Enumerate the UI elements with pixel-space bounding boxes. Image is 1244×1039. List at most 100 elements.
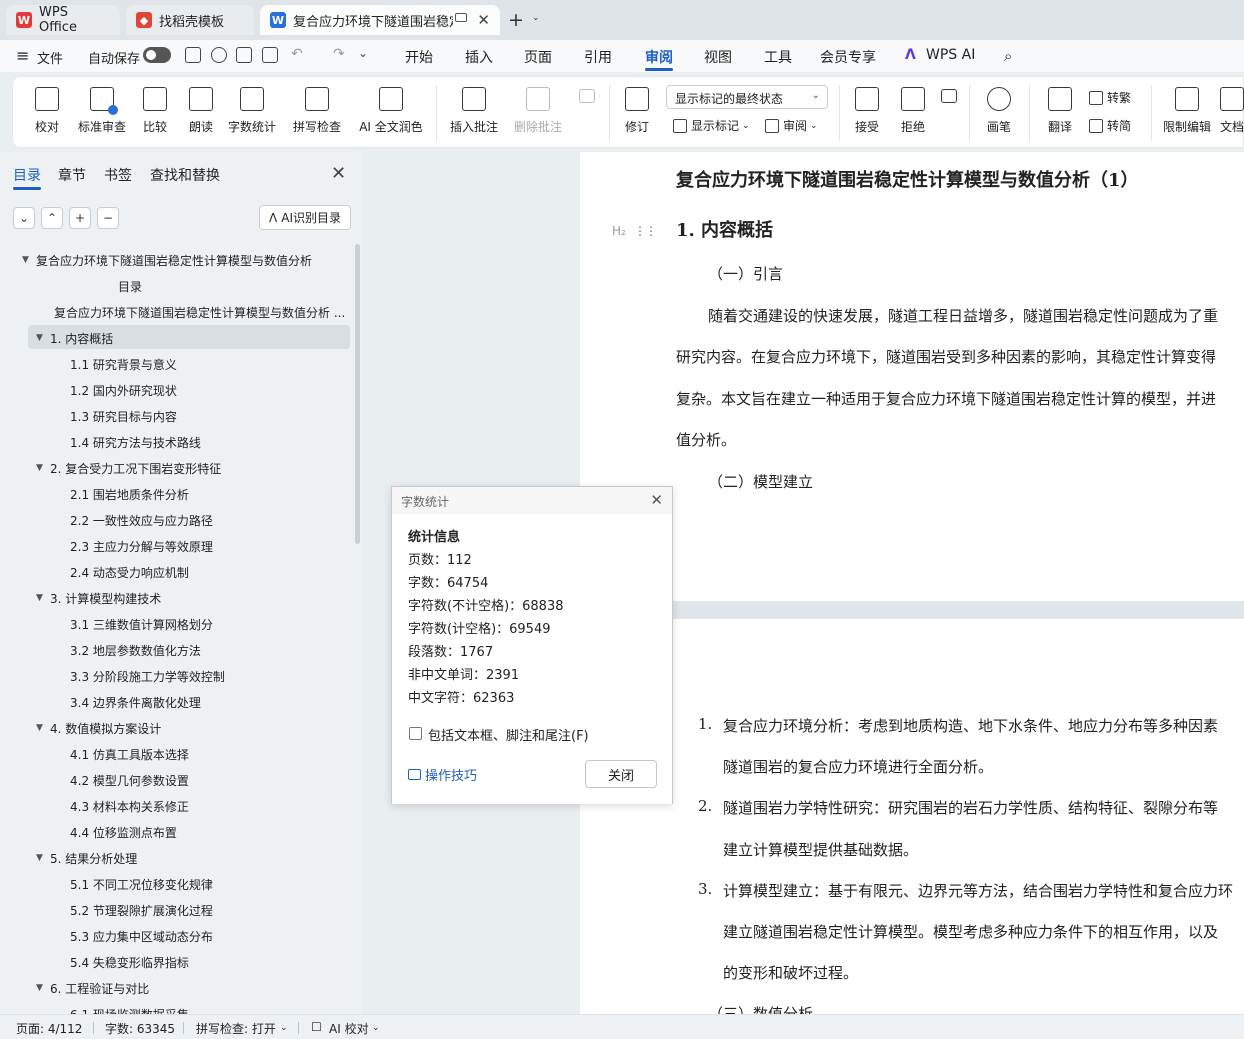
sidebar-tab-toc[interactable]: 目录 xyxy=(13,165,41,185)
delete-comment-button[interactable]: 删除批注 xyxy=(507,77,569,147)
word-count-button[interactable]: 字数统计 xyxy=(225,77,279,147)
expand-triangle-icon[interactable]: ▼ xyxy=(22,255,36,265)
sidebar-scrollbar[interactable] xyxy=(355,244,360,544)
pen-button[interactable]: 画笔 xyxy=(979,77,1019,147)
tab-document[interactable]: W 复合应力环境下隧道围岩稳定 ✕ xyxy=(260,5,500,35)
compare-button[interactable]: 比较 xyxy=(133,77,177,147)
accept-button[interactable]: 接受 xyxy=(847,77,887,147)
autosave-toggle[interactable] xyxy=(143,47,171,63)
restrict-edit-button[interactable]: 限制编辑 xyxy=(1159,77,1215,147)
toc-item[interactable]: 2.1 围岩地质条件分析 xyxy=(70,482,350,506)
toc-item[interactable]: 3.2 地层参数数值化方法 xyxy=(70,638,350,662)
menu-page[interactable]: 页面 xyxy=(524,47,552,67)
toc-item[interactable]: 4.3 材料本构关系修正 xyxy=(70,794,350,818)
menu-member[interactable]: 会员专享 xyxy=(820,47,876,67)
status-page[interactable]: 页面: 4/112 xyxy=(16,1020,82,1037)
status-spell-check[interactable]: 拼写检查: 打开 xyxy=(196,1020,276,1037)
sidebar-tab-find-replace[interactable]: 查找和替换 xyxy=(150,165,220,185)
doc-rights-button[interactable]: 文档 xyxy=(1219,77,1244,147)
menu-view[interactable]: 视图 xyxy=(704,47,732,67)
status-ai-proof[interactable]: AI 校对 xyxy=(329,1020,369,1037)
menu-review[interactable]: 审阅 xyxy=(645,47,673,67)
toc-item[interactable]: 4.4 位移监测点布置 xyxy=(70,820,350,844)
more-chevron-icon[interactable]: ⌄ xyxy=(358,46,368,60)
toc-item[interactable]: ▼ 4. 数值模拟方案设计 xyxy=(36,716,350,740)
chevron-down-icon[interactable]: ⌄ xyxy=(532,13,540,23)
tab-template[interactable]: ◆ 找稻壳模板 xyxy=(126,5,254,35)
wps-ai-icon[interactable]: ᐱ xyxy=(905,47,916,63)
close-button[interactable]: 关闭 xyxy=(585,760,657,788)
chevron-down-icon[interactable]: ⌄ xyxy=(280,1023,288,1033)
print-preview-icon[interactable] xyxy=(262,47,278,63)
toc-item[interactable]: 3.3 分阶段施工力学等效控制 xyxy=(70,664,350,688)
sidebar-tab-chapter[interactable]: 章节 xyxy=(58,165,86,185)
toc-item[interactable]: 5.4 失稳变形临界指标 xyxy=(70,950,350,974)
hamburger-icon[interactable]: ≡ xyxy=(16,46,29,65)
expand-down-icon[interactable]: ⌄ xyxy=(13,207,35,229)
reject-button[interactable]: 拒绝 xyxy=(893,77,933,147)
expand-triangle-icon[interactable]: ▼ xyxy=(36,723,50,733)
chevron-down-icon[interactable]: ⌄ xyxy=(372,1023,380,1033)
toc-item[interactable]: 1.1 研究背景与意义 xyxy=(70,352,350,376)
redo-icon[interactable]: ↷ xyxy=(333,46,345,62)
dialog-close-icon[interactable]: ✕ xyxy=(650,491,663,509)
monitor-icon[interactable] xyxy=(455,13,467,22)
review-pane-button[interactable]: 审阅 ⌄ xyxy=(765,117,818,134)
read-aloud-button[interactable]: 朗读 xyxy=(183,77,219,147)
toc-item[interactable]: 5.2 节理裂隙扩展演化过程 xyxy=(70,898,350,922)
toc-item[interactable]: 2.4 动态受力响应机制 xyxy=(70,560,350,584)
translate-button[interactable]: 翻译 xyxy=(1037,77,1083,147)
expand-triangle-icon[interactable]: ▼ xyxy=(36,333,50,343)
tips-link[interactable]: 操作技巧 xyxy=(408,765,477,784)
toc-item[interactable]: ▼ 3. 计算模型构建技术 xyxy=(36,586,350,610)
toc-item[interactable]: 目录 xyxy=(118,274,350,298)
toc-item[interactable]: 4.2 模型几何参数设置 xyxy=(70,768,350,792)
include-textbox-checkbox[interactable] xyxy=(409,727,422,740)
sidebar-tab-bookmark[interactable]: 书签 xyxy=(104,165,132,185)
toc-item[interactable]: 3.4 边界条件离散化处理 xyxy=(70,690,350,714)
undo-icon[interactable]: ↶ xyxy=(291,46,303,62)
spell-check-button[interactable]: 拼写检查 xyxy=(287,77,347,147)
toc-item[interactable]: ▼ 5. 结果分析处理 xyxy=(36,846,350,870)
expand-triangle-icon[interactable]: ▼ xyxy=(36,463,50,473)
tab-wps-office[interactable]: W WPS Office xyxy=(6,5,120,35)
toc-item[interactable]: 2.2 一致性效应与应力路径 xyxy=(70,508,350,532)
share-icon[interactable] xyxy=(211,47,227,63)
show-markup-button[interactable]: 显示标记 ⌄ xyxy=(673,117,750,134)
toc-item[interactable]: ▼ 1. 内容概括 xyxy=(36,326,350,350)
close-sidebar-icon[interactable]: ✕ xyxy=(331,163,346,184)
toc-item[interactable]: 3.1 三维数值计算网格划分 xyxy=(70,612,350,636)
toc-item[interactable]: ▼ 6. 工程验证与对比 xyxy=(36,976,350,1000)
proofread-button[interactable]: 校对 xyxy=(25,77,69,147)
toc-item[interactable]: 5.3 应力集中区域动态分布 xyxy=(70,924,350,948)
expand-triangle-icon[interactable]: ▼ xyxy=(36,853,50,863)
collapse-up-icon[interactable]: ⌃ xyxy=(41,207,63,229)
menu-wps-ai[interactable]: WPS AI xyxy=(926,47,975,63)
search-icon[interactable]: ⌕ xyxy=(1004,47,1012,65)
close-tab-icon[interactable]: ✕ xyxy=(477,11,490,29)
menu-start[interactable]: 开始 xyxy=(405,47,433,67)
toc-item[interactable]: 2.3 主应力分解与等效原理 xyxy=(70,534,350,558)
menu-reference[interactable]: 引用 xyxy=(584,47,612,67)
toc-item[interactable]: 4.1 仿真工具版本选择 xyxy=(70,742,350,766)
to-traditional-button[interactable]: 转繁 xyxy=(1089,89,1131,106)
markup-state-select[interactable]: 显示标记的最终状态 ⌄ xyxy=(666,85,828,109)
prev-change-button[interactable] xyxy=(937,77,961,147)
add-heading-icon[interactable]: + xyxy=(69,207,91,229)
toc-item[interactable]: 复合应力环境下隧道围岩稳定性计算模型与数值分析 ... xyxy=(54,300,350,324)
save-icon[interactable] xyxy=(185,47,201,63)
new-tab-plus-icon[interactable]: + xyxy=(508,9,524,31)
standard-review-button[interactable]: 标准审查 xyxy=(75,77,129,147)
ai-toc-button[interactable]: ᐱ AI识别目录 xyxy=(259,205,351,230)
expand-triangle-icon[interactable]: ▼ xyxy=(36,593,50,603)
toc-item[interactable]: 1.3 研究目标与内容 xyxy=(70,404,350,428)
toc-item[interactable]: ▼ 复合应力环境下隧道围岩稳定性计算模型与数值分析 xyxy=(22,248,350,272)
toc-item[interactable]: 1.2 国内外研究现状 xyxy=(70,378,350,402)
menu-insert[interactable]: 插入 xyxy=(465,47,493,67)
menu-file[interactable]: 文件 xyxy=(37,48,63,67)
status-word-count[interactable]: 字数: 63345 xyxy=(105,1020,175,1037)
menu-tools[interactable]: 工具 xyxy=(764,47,792,67)
prev-comment-button[interactable] xyxy=(575,77,599,147)
remove-heading-icon[interactable]: − xyxy=(97,207,119,229)
expand-triangle-icon[interactable]: ▼ xyxy=(36,983,50,993)
